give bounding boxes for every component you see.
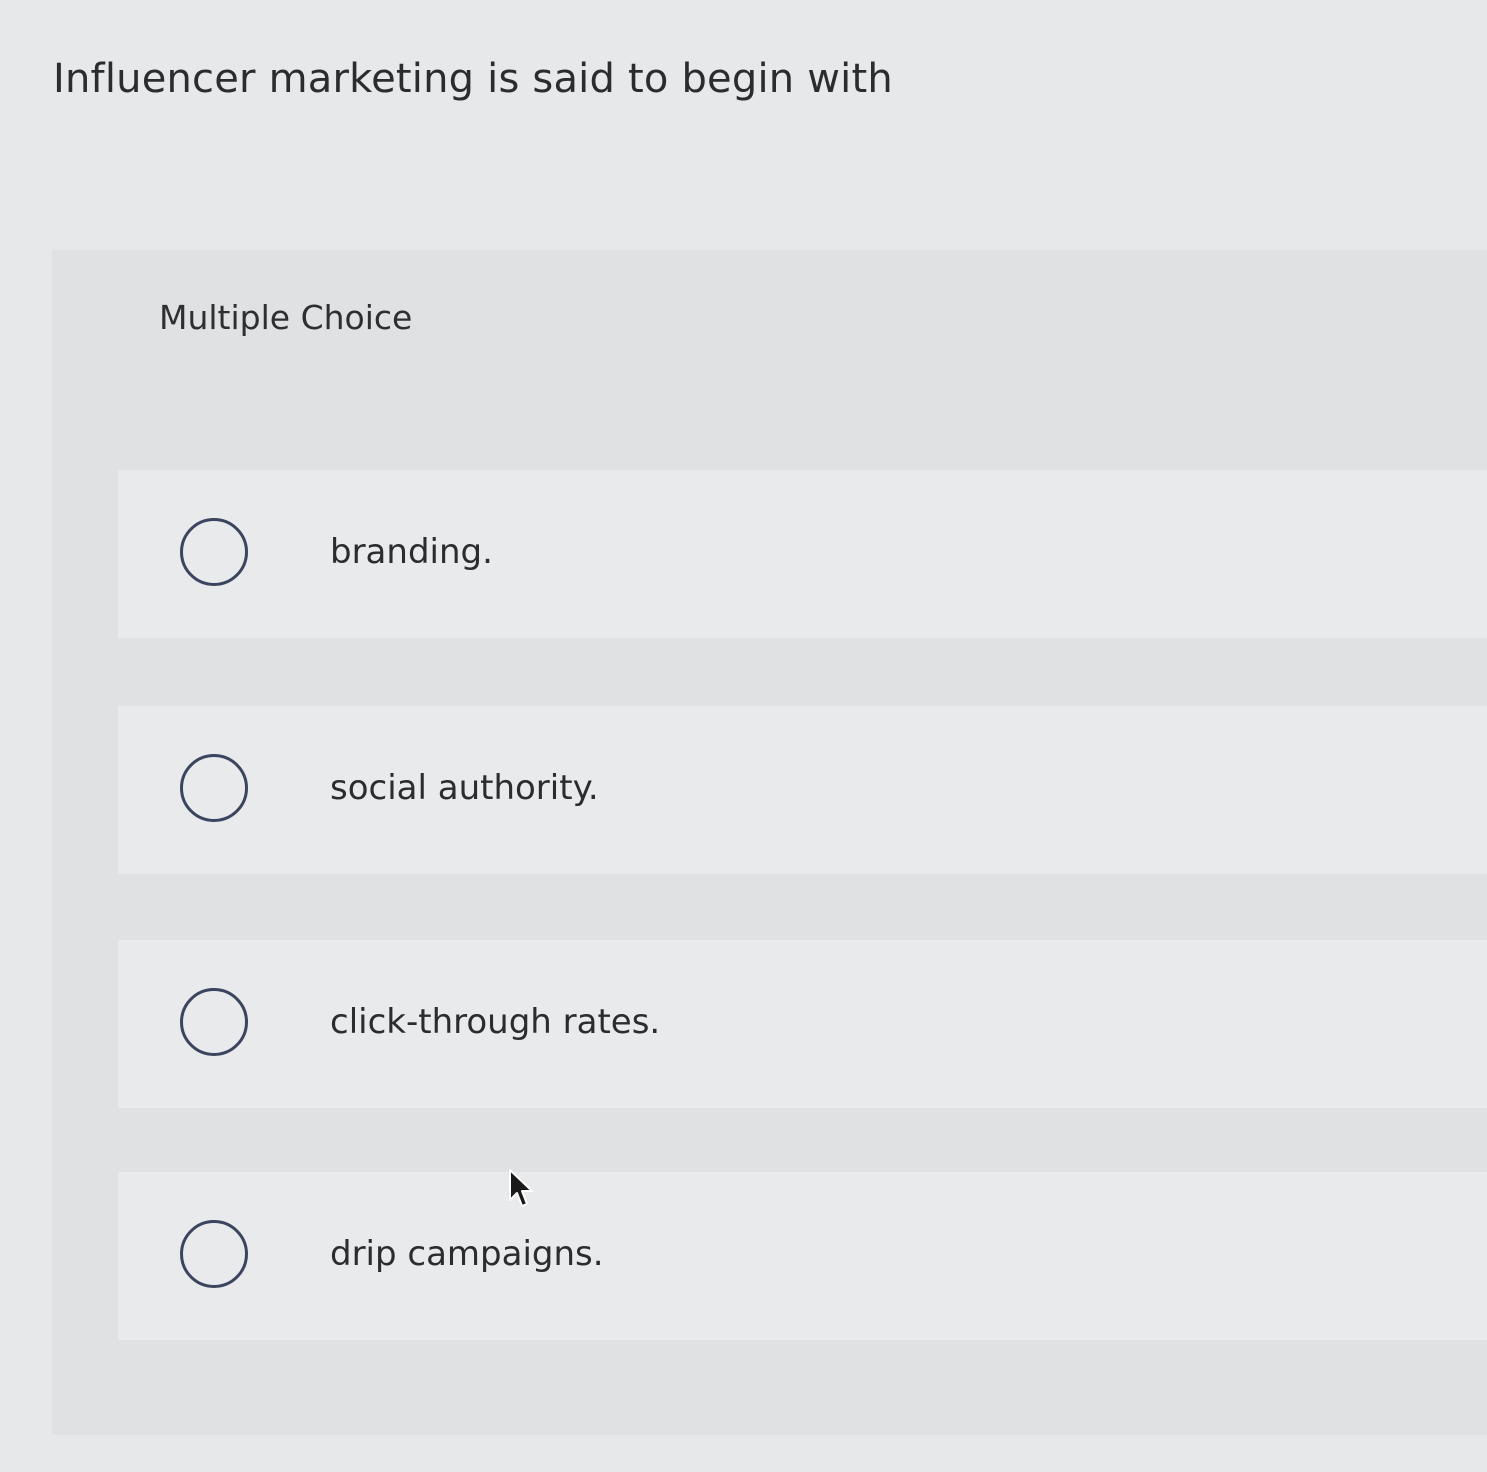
multiple-choice-panel: Multiple Choice branding. social authori… — [52, 250, 1487, 1435]
question-type-label: Multiple Choice — [159, 298, 413, 337]
answer-option-label: social authority. — [330, 768, 599, 808]
radio-button[interactable] — [180, 1220, 248, 1288]
radio-button[interactable] — [180, 988, 248, 1056]
answer-option-branding[interactable]: branding. — [118, 470, 1487, 638]
arrow-pointer-icon — [509, 1169, 533, 1207]
answer-option-social-authority[interactable]: social authority. — [118, 706, 1487, 874]
answer-option-label: branding. — [330, 532, 493, 572]
radio-button[interactable] — [180, 518, 248, 586]
answer-option-label: drip campaigns. — [330, 1234, 604, 1274]
answer-option-click-through-rates[interactable]: click-through rates. — [118, 940, 1487, 1108]
radio-button[interactable] — [180, 754, 248, 822]
answer-option-drip-campaigns[interactable]: drip campaigns. — [118, 1172, 1487, 1340]
answer-option-label: click-through rates. — [330, 1002, 661, 1042]
question-text: Influencer marketing is said to begin wi… — [53, 56, 893, 102]
